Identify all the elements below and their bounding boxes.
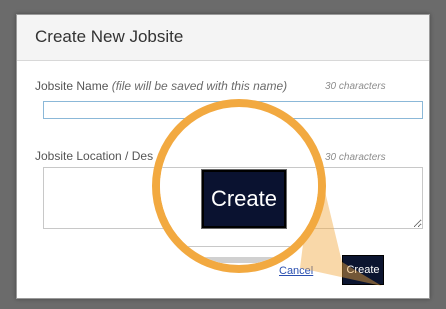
zoom-callout-circle: Create — [152, 99, 326, 273]
zoom-cancel-edge — [200, 257, 290, 263]
zoomed-create-button: Create — [202, 170, 286, 228]
